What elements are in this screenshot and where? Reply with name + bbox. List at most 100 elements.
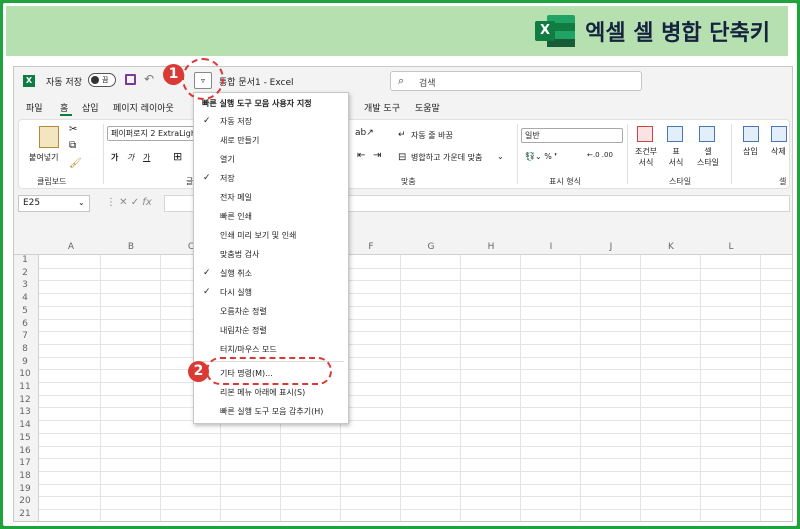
menu-item-print-preview[interactable]: 인쇄 미리 보기 및 인쇄 [194,226,350,245]
wrap-text-icon[interactable]: ↵ [398,130,406,140]
undo-icon[interactable]: ↶ [144,72,154,86]
tab-developer[interactable]: 개발 도구 [364,101,400,114]
bold-button[interactable]: 가 [111,152,118,163]
row-1[interactable]: 1 [14,255,36,265]
row-10[interactable]: 10 [14,369,36,379]
col-i[interactable]: I [521,242,581,252]
row-21[interactable]: 21 [14,509,36,519]
tab-insert[interactable]: 삽입 [82,101,99,114]
col-f[interactable]: F [341,242,401,252]
menu-item-autosave[interactable]: ✓ 자동 저장 [194,112,350,131]
row-17[interactable]: 17 [14,458,36,468]
indent-increase-icon[interactable]: ⇥ [373,150,381,161]
menu-item-quick-print[interactable]: 빠른 인쇄 [194,207,350,226]
tab-page-layout[interactable]: 페이지 레이아웃 [113,101,174,114]
row-2[interactable]: 2 [14,268,36,278]
menu-item-undo[interactable]: ✓ 실행 취소 [194,264,350,283]
row-11[interactable]: 11 [14,382,36,392]
menu-item-sort-desc[interactable]: 내림차순 정렬 [194,321,350,340]
delete-cells-button[interactable]: 삭제 [771,146,786,157]
style-group-label: 스타일 [669,177,692,186]
banner-title: 엑셀 셀 병합 단축키 [585,21,770,46]
menu-item-new[interactable]: 새로 만들기 [194,131,350,150]
col-h[interactable]: H [461,242,521,252]
row-8[interactable]: 8 [14,344,36,354]
row-gridline [39,267,792,269]
row-15[interactable]: 15 [14,433,36,443]
col-b[interactable]: B [101,242,161,252]
menu-item-email[interactable]: 전자 메일 [194,188,350,207]
check-icon: ✓ [203,268,211,278]
italic-button[interactable]: 가 [127,152,134,163]
row-16[interactable]: 16 [14,446,36,456]
underline-button[interactable]: 가 [143,152,150,163]
menu-item-spelling[interactable]: 맞춤법 검사 [194,245,350,264]
row-headers: 1 2 3 4 5 6 7 8 9 10 11 12 13 14 15 16 1… [14,255,39,521]
row-18[interactable]: 18 [14,471,36,481]
formula-buttons[interactable]: ⋮ ✕ ✓ fx [106,197,152,208]
merge-center-button[interactable]: 병합하고 가운데 맞춤 [411,152,482,163]
row-6[interactable]: 6 [14,319,36,329]
search-icon: ⌕ [398,74,405,87]
format-table-icon[interactable] [667,126,683,142]
merge-dropdown-icon[interactable]: ⌄ [497,152,504,161]
conditional-format-icon[interactable] [637,126,653,142]
column-gridline [460,255,461,521]
search-placeholder: 검색 [419,79,436,89]
copy-icon[interactable]: ⧉ [69,140,76,151]
column-gridline [580,255,581,521]
cut-icon[interactable]: ✂ [69,124,77,135]
orientation-icon[interactable]: ab↗ [355,128,374,138]
row-3[interactable]: 3 [14,280,36,290]
autosave-toggle[interactable]: 끔 [88,73,116,87]
paste-label[interactable]: 붙여넣기 [29,152,58,163]
row-gridline [39,483,792,485]
indent-decrease-icon[interactable]: ⇤ [357,150,365,161]
border-icon[interactable]: ⊞ [173,150,182,163]
conditional-format-button[interactable]: 조건부 서식 [631,146,661,168]
number-format-select[interactable]: 일반 [521,128,623,143]
format-table-button[interactable]: 표 서식 [662,146,690,168]
name-box-dropdown-icon[interactable]: ⌄ [78,198,85,207]
menu-item-show-below-ribbon[interactable]: 리본 메뉴 아래에 표시(S) [194,383,350,402]
menu-item-open[interactable]: 열기 [194,150,350,169]
insert-cells-icon[interactable] [743,126,759,142]
save-icon[interactable] [125,74,136,85]
col-l[interactable]: L [701,242,761,252]
delete-cells-icon[interactable] [771,126,787,142]
document-title: 통합 문서1 - Excel [219,78,294,88]
cell-style-icon[interactable] [699,126,715,142]
col-a[interactable]: A [41,242,101,252]
callout-2-badge: 2 [188,361,209,382]
insert-cells-button[interactable]: 삽입 [743,146,758,157]
decimal-icons[interactable]: ←.0 .00 [587,151,613,159]
row-13[interactable]: 13 [14,407,36,417]
menu-item-redo[interactable]: ✓ 다시 실행 [194,283,350,302]
row-14[interactable]: 14 [14,420,36,430]
font-name-select[interactable]: 페이퍼로지 2 ExtraLight [107,126,201,141]
menu-item-save[interactable]: ✓ 저장 [194,169,350,188]
currency-icon[interactable]: 💱⌄ % ❜ [525,152,557,161]
row-5[interactable]: 5 [14,306,36,316]
search-box[interactable]: ⌕ 검색 [390,71,642,91]
paste-icon[interactable] [39,126,59,148]
wrap-text-button[interactable]: 자동 줄 바꿈 [411,130,453,141]
row-7[interactable]: 7 [14,331,36,341]
row-12[interactable]: 12 [14,395,36,405]
menu-item-sort-asc[interactable]: 오름차순 정렬 [194,302,350,321]
row-20[interactable]: 20 [14,496,36,506]
menu-item-hide-qat[interactable]: 빠른 실행 도구 모음 감추기(H) [194,402,350,421]
row-gridline [39,445,792,447]
merge-icon[interactable]: ⊟ [398,152,406,163]
row-19[interactable]: 19 [14,484,36,494]
cell-style-button[interactable]: 셀 스타일 [691,146,725,168]
tab-home[interactable]: 홈 [60,101,68,114]
col-k[interactable]: K [641,242,701,252]
row-4[interactable]: 4 [14,293,36,303]
tab-file[interactable]: 파일 [26,101,43,114]
format-painter-icon[interactable]: 🖌 [69,158,82,169]
col-g[interactable]: G [401,242,461,252]
tab-help[interactable]: 도움말 [415,101,440,114]
row-9[interactable]: 9 [14,357,36,367]
col-j[interactable]: J [581,242,641,252]
